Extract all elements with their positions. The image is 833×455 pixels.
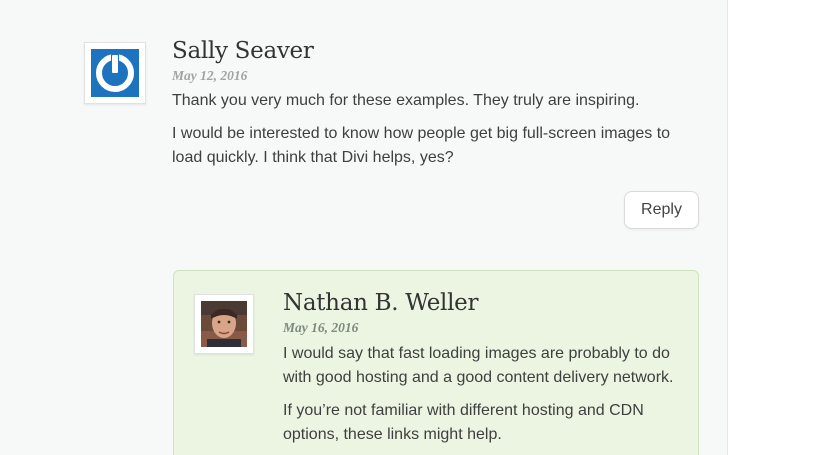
avatar (84, 42, 146, 104)
avatar (194, 294, 254, 354)
comment-text: I would say that fast loading images are… (283, 345, 674, 386)
comment-text: If you’re not familiar with different ho… (283, 402, 644, 443)
sidebar-panel (728, 0, 833, 455)
comment-text: Thank you very much for these examples. … (172, 92, 640, 109)
comment-author[interactable]: Nathan B. Weller (283, 290, 478, 316)
comment-text: I would be interested to know how people… (172, 125, 671, 166)
comment-date[interactable]: May 12, 2016 (172, 68, 247, 84)
comment-date[interactable]: May 16, 2016 (283, 320, 358, 336)
reply-button[interactable]: Reply (624, 191, 699, 229)
comment-author[interactable]: Sally Seaver (172, 38, 314, 64)
profile-photo (201, 301, 247, 347)
power-logo-icon (91, 49, 139, 97)
